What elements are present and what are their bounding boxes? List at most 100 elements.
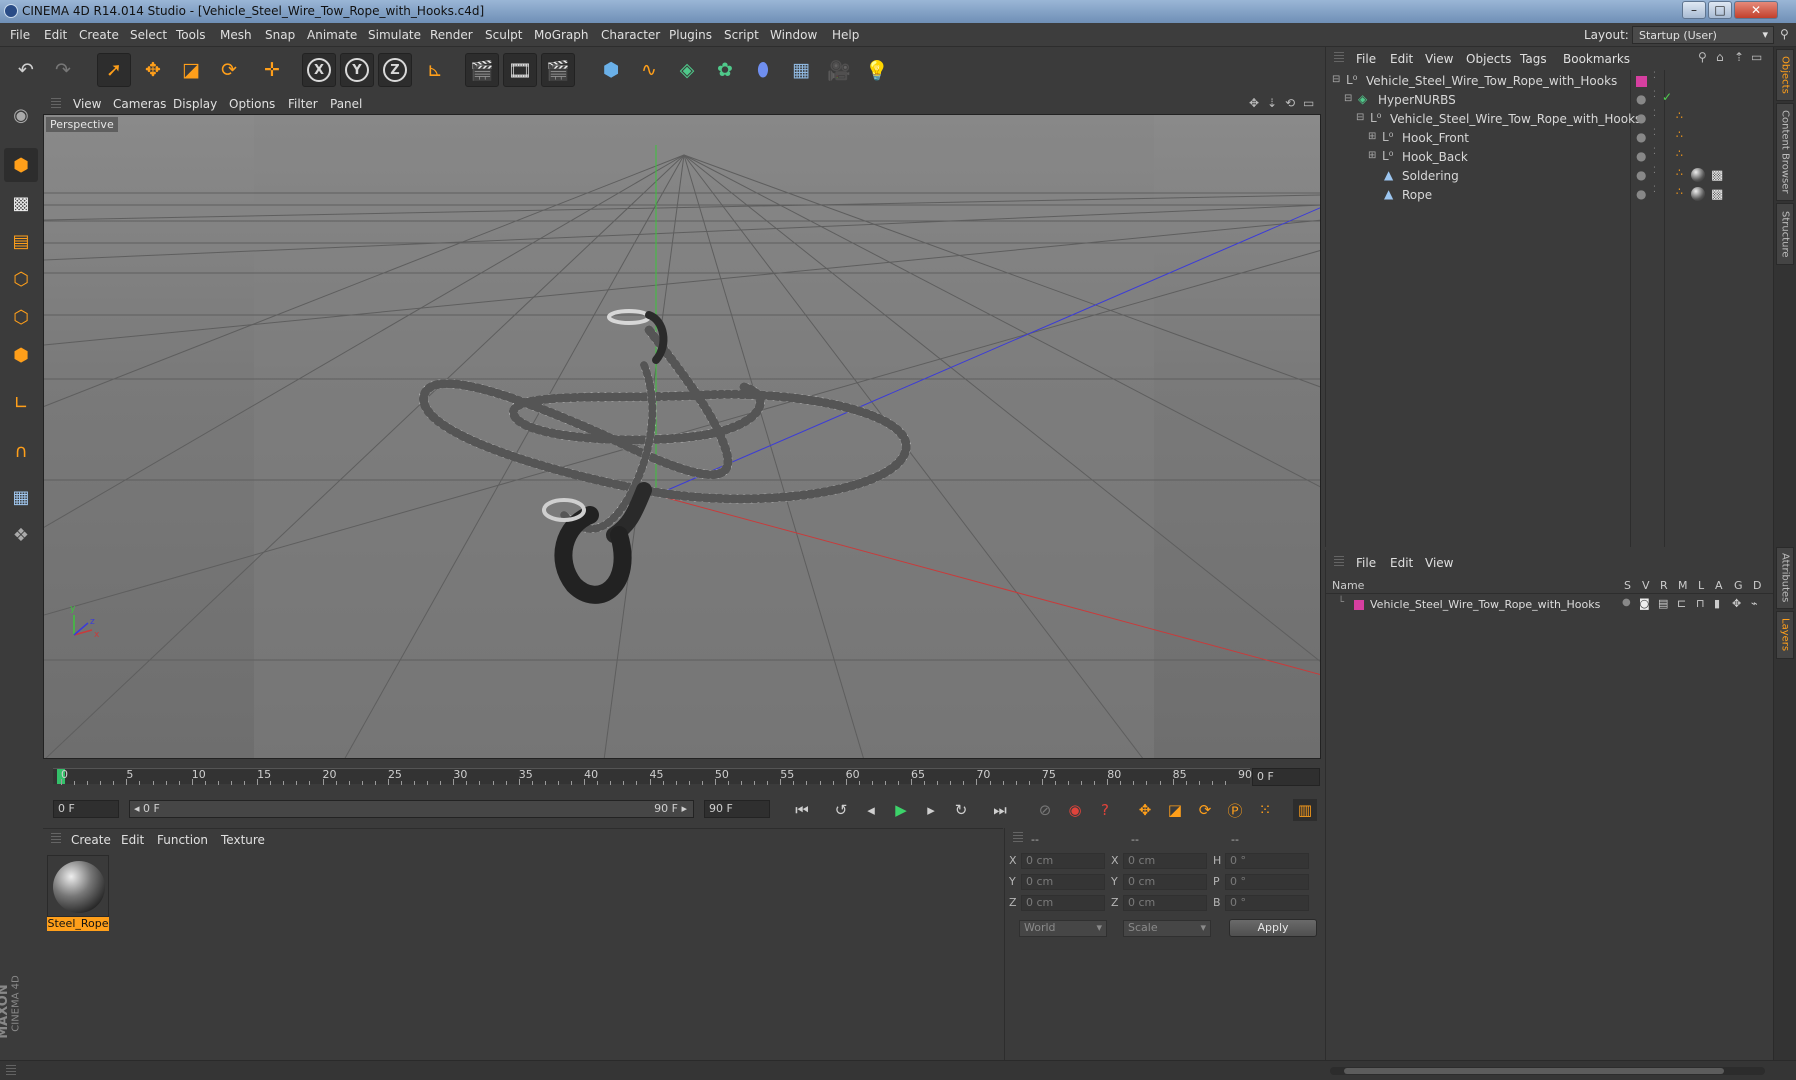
viewport-menu-display[interactable]: Display (173, 97, 217, 111)
visibility-dots-icon[interactable]: ⁚ (1653, 166, 1656, 176)
end-frame-field[interactable]: 90 F (704, 800, 770, 818)
collapse-icon[interactable]: ⊟ (1344, 93, 1352, 104)
menu-tools[interactable]: Tools (176, 28, 206, 42)
search-icon[interactable]: ⚲ (1780, 27, 1789, 41)
search-icon[interactable]: ⚲ (1698, 50, 1707, 64)
current-frame-field[interactable]: 0 F (1252, 768, 1320, 786)
tab-objects[interactable]: Objects (1776, 49, 1794, 101)
edges-mode-button[interactable]: ⬡ (4, 300, 38, 334)
object-row[interactable]: ▲ Rope ● ⁚ ∴ ▩ (1326, 185, 1774, 206)
menu-script[interactable]: Script (724, 28, 759, 42)
layer-color-swatch[interactable] (1354, 600, 1364, 610)
add-scene-button[interactable]: ▦ (784, 53, 818, 87)
add-array-button[interactable]: ✿ (708, 53, 742, 87)
expand-icon[interactable]: ⊞ (1368, 131, 1376, 142)
tab-content-browser[interactable]: Content Browser (1776, 103, 1794, 201)
eye-icon[interactable]: ◙ (1639, 597, 1650, 610)
next-key-button[interactable]: ↻ (949, 799, 973, 821)
panel-grip[interactable] (51, 833, 61, 845)
render-picture-viewer-button[interactable]: 🎞 (503, 53, 537, 87)
menu-character[interactable]: Character (601, 28, 660, 42)
generator-icon[interactable]: ✥ (1732, 597, 1741, 610)
phong-tag-icon[interactable]: ∴ (1676, 128, 1683, 141)
lock-icon[interactable]: ⊓ (1696, 597, 1705, 610)
add-light-button[interactable]: 💡 (860, 53, 894, 87)
model-mode-button[interactable]: ⬢ (4, 148, 38, 182)
size-z-field[interactable]: 0 cm (1123, 895, 1207, 911)
menu-select[interactable]: Select (130, 28, 167, 42)
viewport-maximize-icon[interactable]: ▭ (1303, 96, 1314, 110)
maximize-button[interactable]: □ (1708, 1, 1732, 19)
render-settings-button[interactable]: 🎬 (541, 53, 575, 87)
menu-file[interactable]: File (10, 28, 30, 42)
pos-z-field[interactable]: 0 cm (1021, 895, 1105, 911)
coordinate-space-select[interactable]: World ▾ (1019, 920, 1107, 937)
horizontal-scrollbar[interactable] (1330, 1067, 1765, 1075)
object-menu-edit[interactable]: Edit (1390, 52, 1413, 66)
manager-column-header[interactable]: M (1678, 579, 1688, 592)
key-parameter-button[interactable]: Ⓟ (1223, 799, 1247, 821)
menu-create[interactable]: Create (79, 28, 119, 42)
play-button[interactable]: ▶ (889, 799, 913, 821)
workplane-mode-button[interactable]: ▤ (4, 224, 38, 258)
timeline-ruler[interactable]: 0 5 10 15 20 25 30 35 40 45 50 55 60 65 70 75 80 85 90 0 F (43, 760, 1323, 792)
deformer-icon[interactable]: ⌁ (1751, 597, 1758, 610)
rotate-tool-button[interactable]: ⟳ (212, 53, 246, 87)
menu-edit[interactable]: Edit (44, 28, 67, 42)
view-column-header[interactable]: V (1642, 579, 1650, 592)
layout-select[interactable]: Startup (User) ▾ (1632, 26, 1774, 44)
scrollbar-thumb[interactable] (1344, 1068, 1724, 1074)
timeline-track[interactable]: 0 5 10 15 20 25 30 35 40 45 50 55 60 65 70 75 80 85 90 (53, 768, 1252, 785)
layer-menu-edit[interactable]: Edit (1390, 556, 1413, 570)
prev-key-button[interactable]: ↺ (829, 799, 853, 821)
viewport-menu-filter[interactable]: Filter (288, 97, 318, 111)
workplane-lock-button[interactable]: ▦ (4, 480, 38, 514)
visibility-dots-icon[interactable]: ⁚ (1653, 71, 1656, 81)
key-rotation-button[interactable]: ⟳ (1193, 799, 1217, 821)
z-axis-lock-button[interactable]: Z (378, 53, 412, 87)
menu-simulate[interactable]: Simulate (368, 28, 421, 42)
viewport-rotate-icon[interactable]: ⟲ (1285, 96, 1295, 110)
animation-column-header[interactable]: A (1715, 579, 1723, 592)
menu-mograph[interactable]: MoGraph (534, 28, 589, 42)
material-tag-icon[interactable] (1691, 168, 1705, 182)
scale-tool-button[interactable]: ◪ (174, 53, 208, 87)
polygons-mode-button[interactable]: ⬢ (4, 338, 38, 372)
object-row[interactable]: ▲ Soldering ● ⁚ ∴ ▩ (1326, 166, 1774, 187)
panel-menu-icon[interactable]: ▭ (1751, 50, 1762, 64)
add-nurbs-button[interactable]: ◈ (670, 53, 704, 87)
move-tool-button[interactable]: ✥ (136, 53, 170, 87)
collapse-icon[interactable]: ⊟ (1332, 74, 1340, 85)
uvw-tag-icon[interactable]: ▩ (1711, 168, 1723, 183)
menu-sculpt[interactable]: Sculpt (485, 28, 522, 42)
layer-dot-icon[interactable]: ● (1636, 130, 1646, 144)
object-menu-view[interactable]: View (1425, 52, 1453, 66)
panel-grip[interactable] (1334, 556, 1344, 568)
layer-dot-icon[interactable]: ● (1636, 149, 1646, 163)
key-pla-button[interactable]: ⁙ (1253, 799, 1277, 821)
deformers-column-header[interactable]: D (1753, 579, 1761, 592)
render-view-button[interactable]: 🎬 (465, 53, 499, 87)
make-editable-button[interactable]: ◉ (4, 98, 38, 132)
material-menu-function[interactable]: Function (157, 833, 208, 847)
enabled-check-icon[interactable]: ✓ (1662, 90, 1672, 104)
material-menu-edit[interactable]: Edit (121, 833, 144, 847)
render-column-header[interactable]: R (1660, 579, 1668, 592)
solo-column-header[interactable]: S (1624, 579, 1631, 592)
layer-row[interactable]: └ Vehicle_Steel_Wire_Tow_Rope_with_Hooks… (1326, 596, 1774, 614)
panel-grip[interactable] (51, 98, 61, 110)
rot-b-field[interactable]: 0 ° (1225, 895, 1309, 911)
object-row[interactable]: ⊞ L⁰ Hook_Back ● ⁚ ∴ (1326, 147, 1774, 168)
add-camera-button[interactable]: 🎥 (822, 53, 856, 87)
pos-x-field[interactable]: 0 cm (1021, 853, 1105, 869)
object-menu-tags[interactable]: Tags (1520, 52, 1547, 66)
go-to-start-button[interactable]: ⏮ (790, 799, 814, 821)
viewport-menu-view[interactable]: View (73, 97, 101, 111)
snap-button[interactable]: ∩ (4, 434, 38, 468)
expand-icon[interactable]: ⊞ (1368, 150, 1376, 161)
layer-dot-icon[interactable]: ● (1636, 92, 1646, 106)
frame-range-slider[interactable]: ◂ 0 F 90 F ▸ (129, 800, 694, 818)
autokey-button[interactable]: ◉ (1063, 799, 1087, 821)
layer-menu-file[interactable]: File (1356, 556, 1376, 570)
y-axis-lock-button[interactable]: Y (340, 53, 374, 87)
